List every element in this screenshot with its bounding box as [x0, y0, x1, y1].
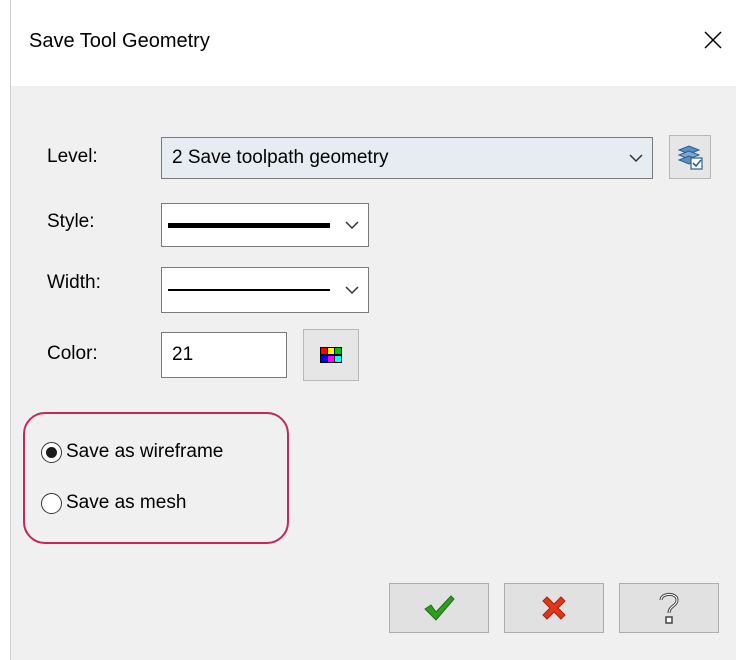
- level-value: 2 Save toolpath geometry: [172, 147, 389, 168]
- title-bar: Save Tool Geometry: [11, 0, 736, 86]
- save-tool-geometry-dialog: Save Tool Geometry Level: 2 Save toolpat…: [10, 0, 736, 660]
- mesh-radio[interactable]: [41, 492, 62, 514]
- style-dropdown[interactable]: [161, 203, 369, 247]
- style-label: Style:: [47, 211, 95, 232]
- color-input[interactable]: 21: [161, 332, 287, 378]
- color-label: Color:: [47, 343, 98, 364]
- width-line-preview: [162, 289, 336, 291]
- ok-button[interactable]: [389, 583, 489, 633]
- x-mark-icon: [542, 596, 566, 620]
- help-button[interactable]: [619, 583, 719, 633]
- question-mark-icon: [659, 592, 679, 624]
- save-as-wireframe-option[interactable]: Save as wireframe: [41, 441, 223, 463]
- level-manager-button[interactable]: [669, 135, 711, 179]
- chevron-down-icon: [620, 138, 652, 178]
- mesh-label: Save as mesh: [66, 492, 187, 513]
- save-mode-highlight: [23, 412, 289, 544]
- dialog-title: Save Tool Geometry: [29, 30, 210, 52]
- color-picker-button[interactable]: [303, 329, 359, 381]
- checkmark-icon: [424, 595, 455, 621]
- layers-icon: [677, 145, 703, 170]
- save-as-mesh-option[interactable]: Save as mesh: [41, 492, 186, 514]
- cancel-button[interactable]: [504, 583, 604, 633]
- level-dropdown[interactable]: 2 Save toolpath geometry: [161, 137, 653, 179]
- style-line-preview: [162, 222, 336, 228]
- wireframe-radio[interactable]: [41, 441, 62, 463]
- width-dropdown[interactable]: [161, 267, 369, 313]
- wireframe-label: Save as wireframe: [66, 441, 224, 462]
- chevron-down-icon: [336, 268, 368, 312]
- close-icon: [704, 31, 722, 49]
- width-label: Width:: [47, 272, 101, 293]
- close-button[interactable]: [695, 22, 731, 58]
- chevron-down-icon: [336, 204, 368, 246]
- color-grid-icon: [320, 347, 342, 363]
- level-label: Level:: [47, 146, 98, 167]
